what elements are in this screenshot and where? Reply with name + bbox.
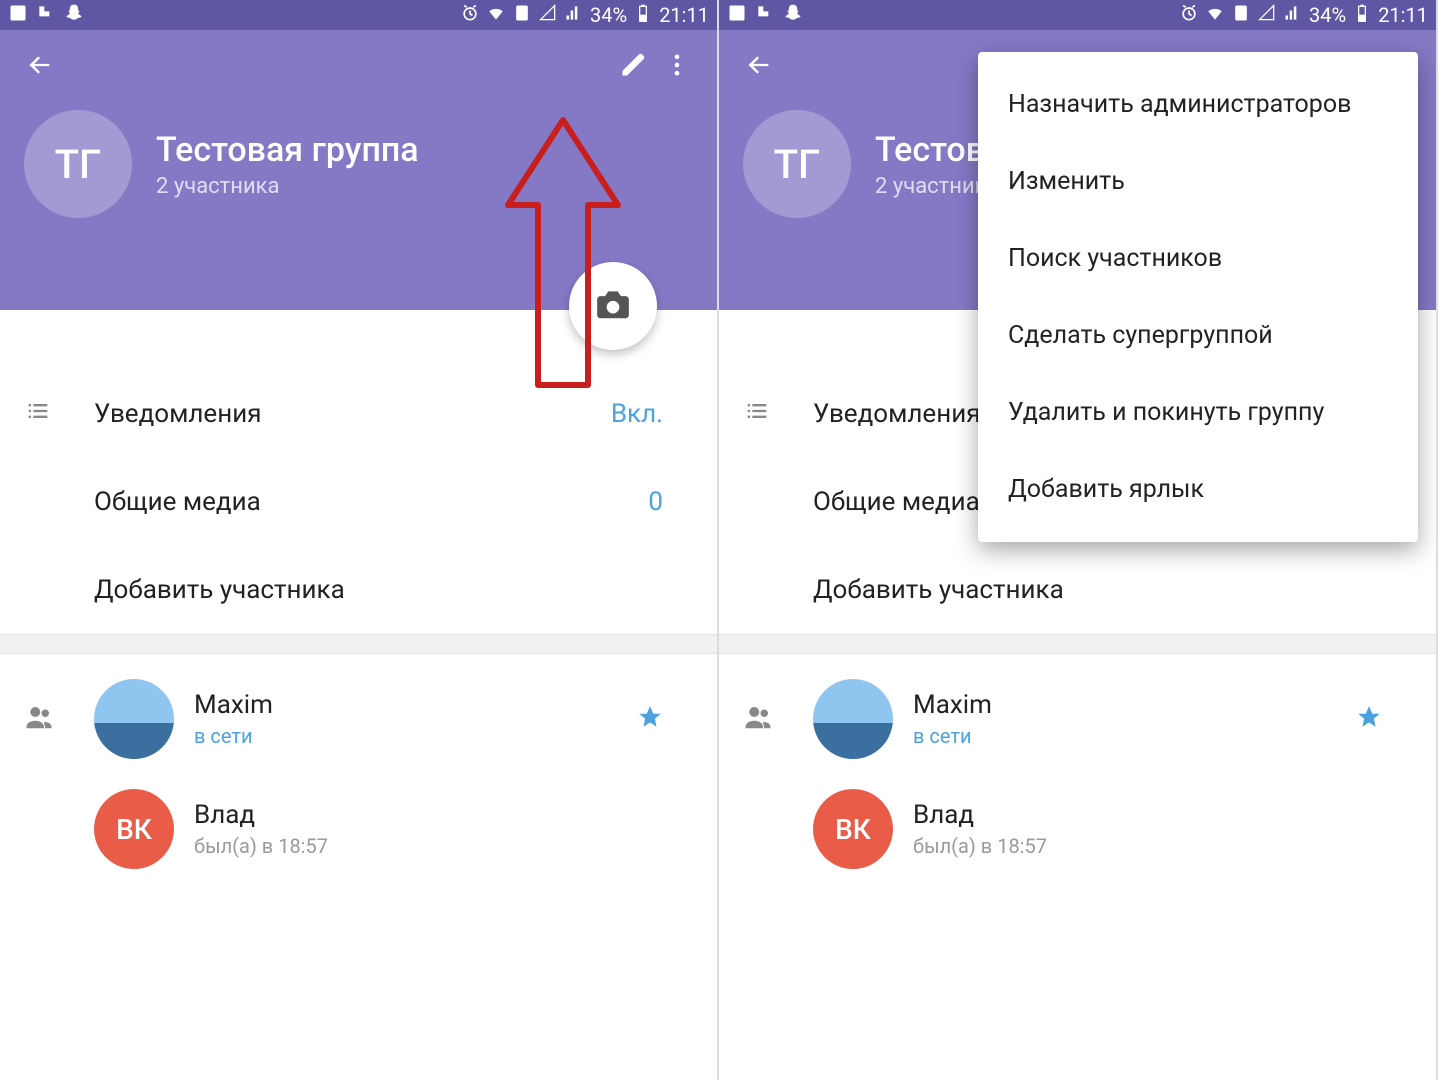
group-avatar: ТГ: [24, 110, 132, 218]
group-header: ТГ Тестовая группа 2 участника: [0, 30, 717, 310]
screen-left: 34% 21:11 ТГ Тестовая группа 2 участника…: [0, 0, 719, 1080]
list-icon: [743, 397, 771, 432]
snapchat-icon: [783, 3, 803, 28]
menu-edit[interactable]: Изменить: [978, 143, 1418, 220]
battery-percent: 34%: [1309, 3, 1346, 27]
battery-icon: [633, 3, 653, 28]
group-avatar: ТГ: [743, 110, 851, 218]
alarm-icon: [1179, 3, 1199, 28]
battery-icon: [1352, 3, 1372, 28]
member-name: Maxim: [194, 690, 273, 720]
wifi-icon: [1205, 3, 1225, 28]
admin-star-icon: [1356, 704, 1412, 734]
flipboard-icon: [36, 3, 56, 28]
people-icon: [24, 702, 54, 736]
member-row[interactable]: ВК Влад был(а) в 18:57: [719, 774, 1436, 884]
more-menu-button[interactable]: [655, 43, 699, 87]
admin-star-icon: [637, 704, 693, 734]
alarm-icon: [460, 3, 480, 28]
add-member-row[interactable]: Добавить участника: [719, 546, 1436, 634]
signal2-icon: [564, 3, 584, 28]
screen-right: 34% 21:11 ТГ Тестовая группа 2 участника…: [719, 0, 1438, 1080]
battery-percent: 34%: [590, 3, 627, 27]
list-icon: [24, 397, 52, 432]
clock-time: 21:11: [1378, 3, 1428, 27]
status-bar: 34% 21:11: [0, 0, 717, 30]
member-name: Влад: [913, 800, 1047, 830]
add-member-row[interactable]: Добавить участника: [0, 546, 717, 634]
camera-icon: [594, 285, 632, 327]
add-member-label: Добавить участника: [813, 575, 1412, 605]
members-section: Maxim в сети ВК Влад был(а) в 18:57: [0, 654, 717, 884]
clock-time: 21:11: [659, 3, 709, 27]
status-bar: 34% 21:11: [719, 0, 1436, 30]
member-status: в сети: [913, 724, 992, 748]
shared-media-value: 0: [648, 487, 693, 517]
member-avatar: [94, 679, 174, 759]
member-row[interactable]: ВК Влад был(а) в 18:57: [0, 774, 717, 884]
notifications-label: Уведомления: [94, 399, 611, 429]
member-status: был(а) в 18:57: [913, 834, 1047, 858]
snapchat-icon: [64, 3, 84, 28]
menu-search-members[interactable]: Поиск участников: [978, 220, 1418, 297]
menu-delete-leave[interactable]: Удалить и покинуть группу: [978, 374, 1418, 451]
member-avatar: ВК: [813, 789, 893, 869]
section-divider: [0, 634, 717, 654]
member-status: был(а) в 18:57: [194, 834, 328, 858]
back-button[interactable]: [18, 43, 62, 87]
notifications-value: Вкл.: [611, 399, 693, 429]
menu-add-shortcut[interactable]: Добавить ярлык: [978, 451, 1418, 528]
shared-media-label: Общие медиа: [94, 487, 648, 517]
member-name: Влад: [194, 800, 328, 830]
member-status: в сети: [194, 724, 273, 748]
sim-icon: [512, 3, 532, 28]
gallery-icon: [8, 3, 28, 28]
menu-make-supergroup[interactable]: Сделать супергруппой: [978, 297, 1418, 374]
people-icon: [743, 702, 773, 736]
settings-section: Уведомления Вкл. Общие медиа 0 Добавить …: [0, 310, 717, 634]
signal2-icon: [1283, 3, 1303, 28]
members-section: Maxim в сети ВК Влад был(а) в 18:57: [719, 654, 1436, 884]
edit-button[interactable]: [611, 43, 655, 87]
gallery-icon: [727, 3, 747, 28]
menu-assign-admins[interactable]: Назначить администраторов: [978, 66, 1418, 143]
back-button[interactable]: [737, 43, 781, 87]
signal-icon: [1257, 3, 1277, 28]
member-avatar: ВК: [94, 789, 174, 869]
camera-fab[interactable]: [569, 262, 657, 350]
notifications-row[interactable]: Уведомления Вкл.: [0, 370, 717, 458]
group-title: Тестовая группа: [156, 130, 419, 170]
signal-icon: [538, 3, 558, 28]
flipboard-icon: [755, 3, 775, 28]
member-avatar: [813, 679, 893, 759]
overflow-menu: Назначить администраторов Изменить Поиск…: [978, 52, 1418, 542]
section-divider: [719, 634, 1436, 654]
shared-media-row[interactable]: Общие медиа 0: [0, 458, 717, 546]
member-row[interactable]: Maxim в сети: [719, 664, 1436, 774]
add-member-label: Добавить участника: [94, 575, 693, 605]
sim-icon: [1231, 3, 1251, 28]
group-subtitle: 2 участника: [156, 174, 419, 199]
member-name: Maxim: [913, 690, 992, 720]
wifi-icon: [486, 3, 506, 28]
member-row[interactable]: Maxim в сети: [0, 664, 717, 774]
